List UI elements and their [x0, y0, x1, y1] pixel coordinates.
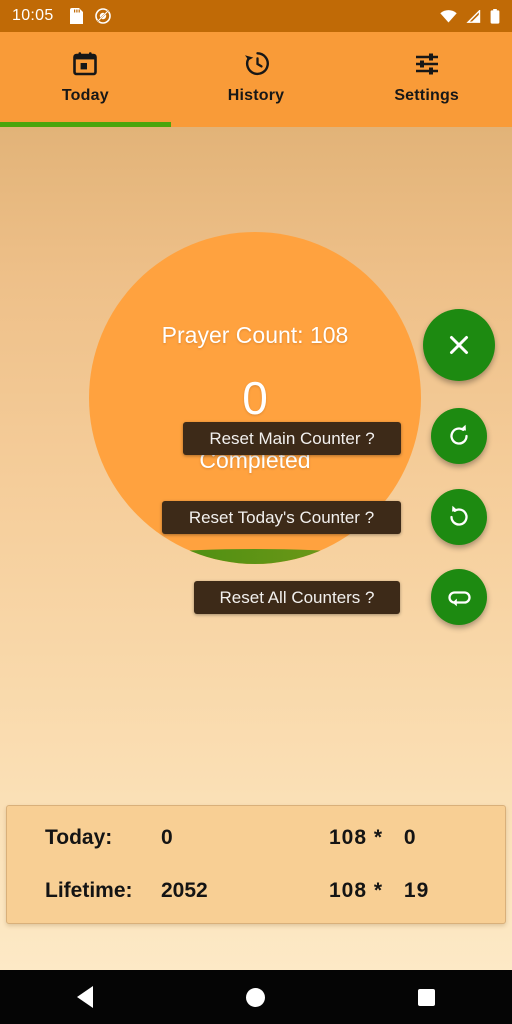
stats-row-lifetime: Lifetime: 2052 108 * 19: [45, 865, 505, 918]
stats-lifetime-value: 2052: [161, 879, 208, 902]
prayer-count-label: Prayer Count: 108: [161, 322, 349, 348]
tooltip-reset-main-counter[interactable]: Reset Main Counter ?: [183, 422, 401, 455]
tune-sliders-icon: [414, 50, 440, 78]
loop-button[interactable]: [431, 569, 487, 625]
wifi-icon: [440, 9, 457, 23]
tab-settings[interactable]: Settings: [341, 32, 512, 122]
stats-panel: Today: 0 108 * 0 Lifetime: 2052 108 * 19: [6, 805, 506, 924]
battery-icon: [490, 8, 500, 24]
tab-history-label: History: [227, 86, 285, 104]
tab-today[interactable]: Today: [0, 32, 171, 122]
stats-lifetime-base: 108: [329, 879, 368, 902]
stats-today-value: 0: [161, 826, 173, 849]
stats-lifetime-label: Lifetime:: [45, 879, 133, 902]
tab-bar: Today History Settings: [0, 32, 512, 127]
stats-lifetime-operator: *: [373, 879, 384, 902]
status-bar-clock: 10:05: [12, 7, 54, 24]
home-circle-icon: [246, 987, 266, 1007]
tab-today-label: Today: [61, 86, 109, 104]
redo-button[interactable]: [431, 408, 487, 464]
redo-arrow-icon: [446, 423, 472, 449]
tooltip-reset-all-counters[interactable]: Reset All Counters ?: [194, 581, 400, 614]
sd-card-icon: [69, 8, 83, 24]
stats-today-multiplier: 108 * 0: [329, 826, 417, 850]
undo-arrow-icon: [446, 504, 472, 530]
status-bar: 10:05: [0, 0, 512, 32]
close-x-icon: [446, 332, 472, 358]
back-triangle-icon: [77, 986, 94, 1008]
recents-square-icon: [418, 988, 436, 1006]
tab-settings-label: Settings: [394, 86, 460, 104]
nav-recents-button[interactable]: [399, 970, 455, 1024]
calendar-today-icon: [72, 50, 98, 78]
status-bar-right-icons: [440, 8, 500, 24]
status-bar-left-icons: [69, 8, 111, 24]
current-count-value: 0: [242, 372, 268, 424]
stats-today-base: 108: [329, 826, 368, 849]
loop-repeat-icon: [446, 584, 473, 611]
tooltip-reset-today-counter[interactable]: Reset Today's Counter ?: [162, 501, 401, 534]
tab-list: Today History Settings: [0, 32, 512, 122]
undo-button[interactable]: [431, 489, 487, 545]
stats-today-label: Today:: [45, 826, 113, 849]
stats-today-operator: *: [373, 826, 384, 849]
stats-lifetime-multiplier: 108 * 19: [329, 879, 429, 903]
history-clock-icon: [243, 50, 270, 78]
android-navigation-bar: [0, 970, 512, 1024]
app-root: 10:05 Today History Settings Prayer Coun…: [0, 0, 512, 1024]
stats-lifetime-multiplier-value: 19: [403, 879, 430, 902]
stats-row-today: Today: 0 108 * 0: [45, 812, 505, 865]
do-not-disturb-icon: [94, 8, 111, 24]
nav-home-button[interactable]: [228, 970, 284, 1024]
close-button[interactable]: [423, 309, 495, 381]
tab-history[interactable]: History: [171, 32, 342, 122]
nav-back-button[interactable]: [57, 970, 113, 1024]
stats-today-multiplier-value: 0: [403, 826, 417, 849]
cellular-signal-icon: [466, 9, 481, 23]
main-content: Prayer Count: 108 0 Completed Reset Main…: [0, 127, 512, 970]
